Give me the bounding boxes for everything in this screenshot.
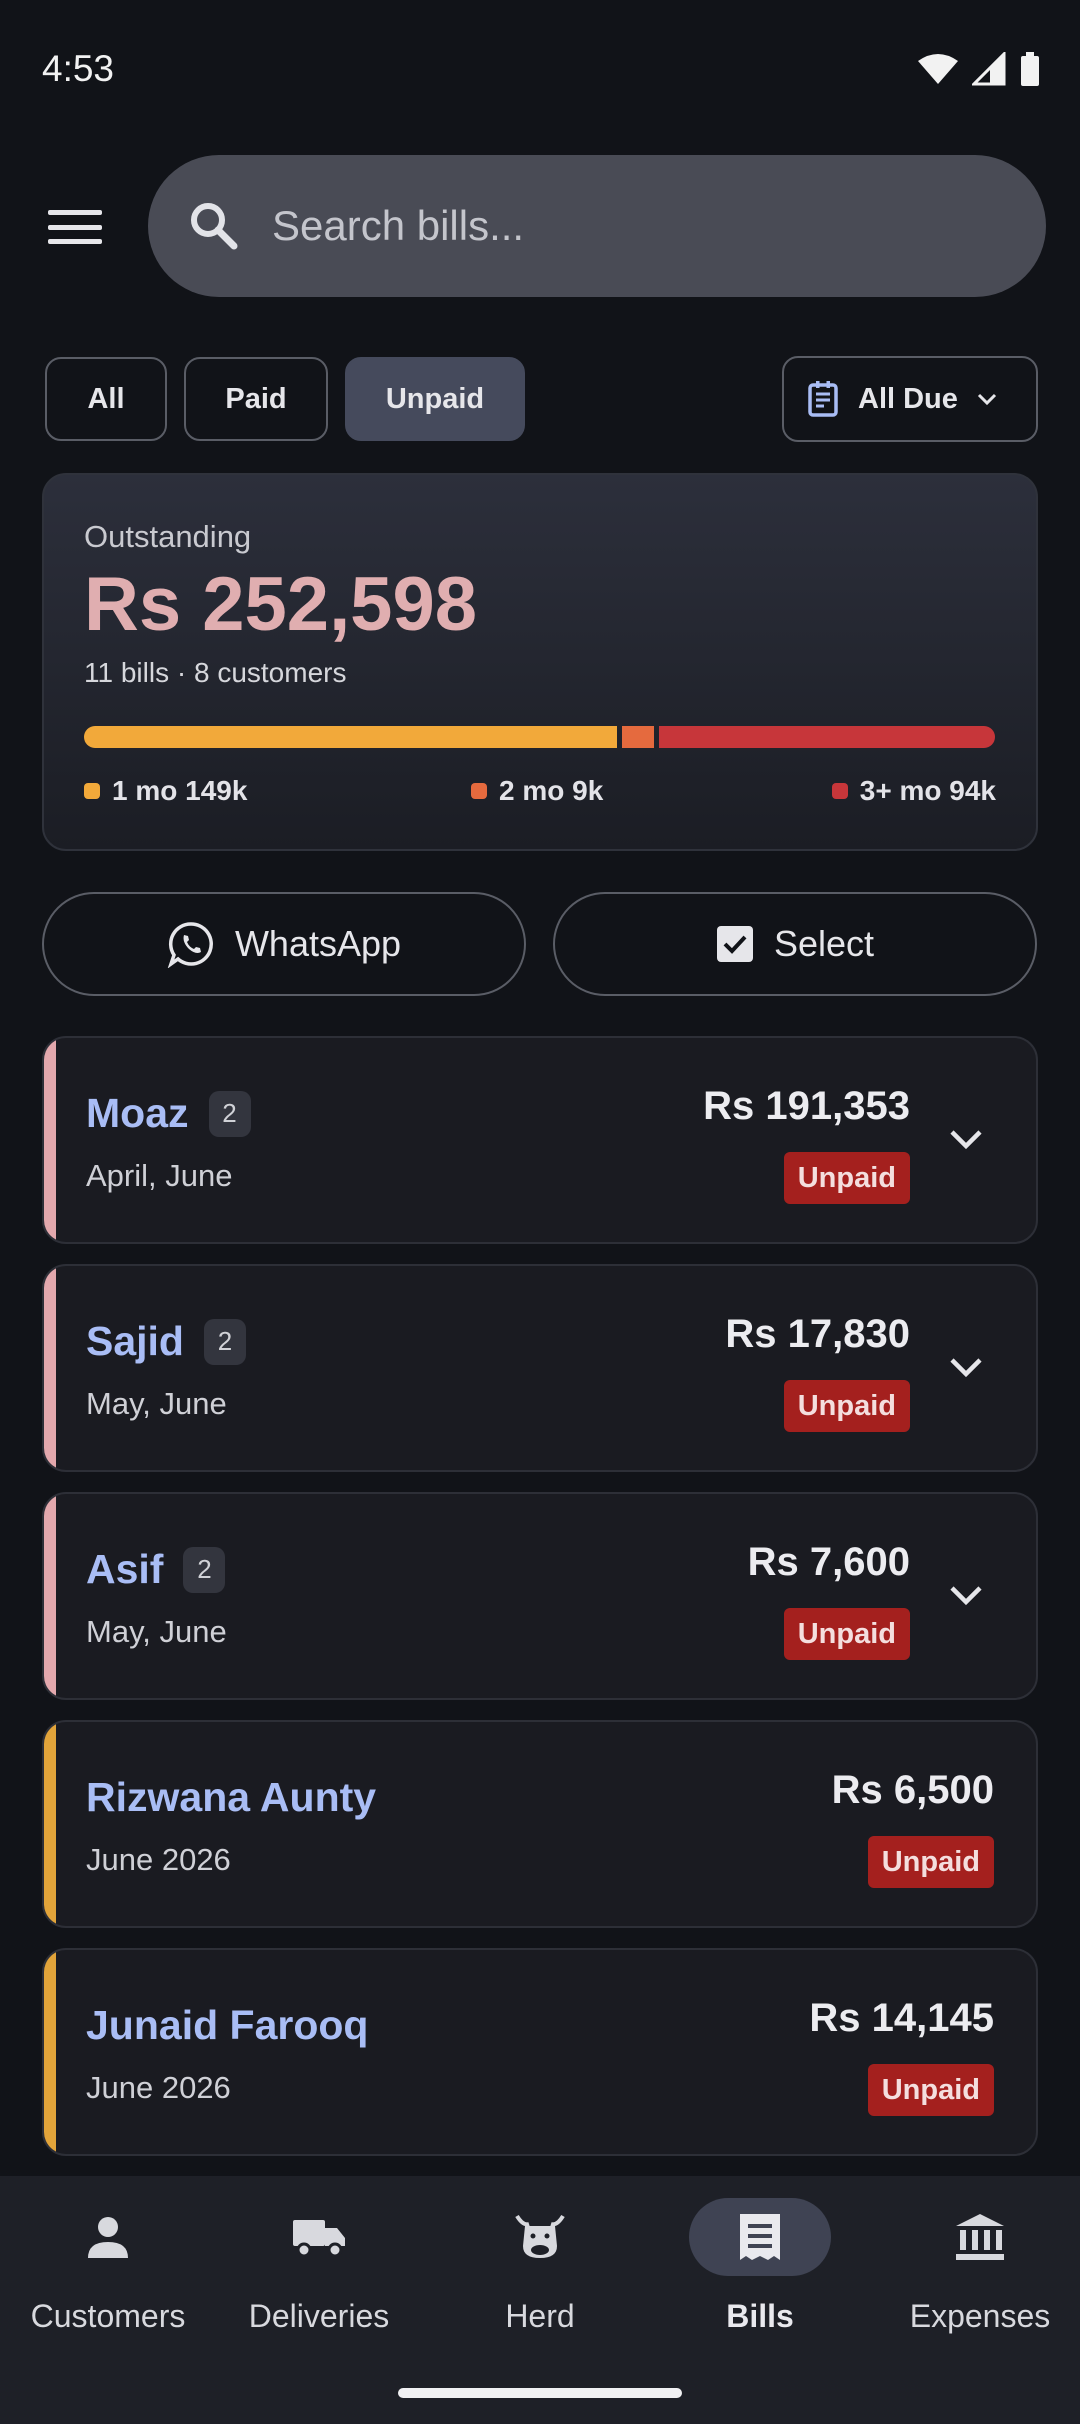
bill-card[interactable]: Asif 2 May, June Rs 7,600 Unpaid: [42, 1492, 1038, 1700]
aging-bar: [84, 726, 996, 748]
due-filter-dropdown[interactable]: All Due: [782, 356, 1038, 442]
legend-2mo-label: 2 mo 9k: [499, 775, 604, 806]
status-badge: Unpaid: [783, 1608, 910, 1660]
customer-name-text: Moaz: [86, 1090, 189, 1136]
customer-name-text: Junaid Farooq: [86, 2002, 369, 2048]
whatsapp-button[interactable]: WhatsApp: [42, 892, 526, 996]
chevron-down-icon: [977, 393, 996, 406]
person-icon: [88, 2217, 128, 2258]
calendar-receipt-icon: [808, 381, 838, 417]
bill-amount: Rs 6,500: [831, 1768, 994, 1812]
legend-dot: [471, 783, 487, 799]
select-label: Select: [773, 923, 875, 964]
aging-stripe: [44, 1038, 56, 1242]
checkbox-icon: [716, 926, 753, 962]
status-icons: [918, 52, 1040, 86]
bill-card[interactable]: Moaz 2 April, June Rs 191,353 Unpaid: [42, 1036, 1038, 1244]
status-badge: Unpaid: [867, 1836, 994, 1888]
aging-stripe: [44, 1494, 56, 1698]
filter-chip-all[interactable]: All: [45, 357, 167, 441]
aging-stripe: [44, 1722, 56, 1926]
battery-icon: [1021, 52, 1039, 86]
cow-icon: [515, 2214, 565, 2258]
bill-card[interactable]: Junaid Farooq June 2026 Rs 14,145 Unpaid: [42, 1948, 1038, 2156]
filter-chip-paid[interactable]: Paid: [184, 357, 328, 441]
aging-bar-segment: [659, 726, 995, 748]
legend-1mo-label: 1 mo 149k: [112, 775, 248, 806]
nav-deliveries-label: Deliveries: [248, 2298, 390, 2334]
nav-herd-label: Herd: [505, 2298, 575, 2334]
bill-period: May, June: [86, 1614, 227, 1649]
truck-icon: [293, 2220, 345, 2258]
bill-card[interactable]: Sajid 2 May, June Rs 17,830 Unpaid: [42, 1264, 1038, 1472]
customer-name: Sajid 2: [86, 1318, 246, 1365]
nav-deliveries[interactable]: Deliveries: [211, 2176, 427, 2376]
customer-name: Asif 2: [86, 1546, 226, 1593]
receipt-icon: [740, 2214, 780, 2260]
legend-3mo: 3+ mo 94k: [831, 775, 996, 807]
bill-period: April, June: [86, 1158, 233, 1193]
aging-bar-segment: [622, 726, 654, 748]
status-bar: 4:53: [0, 0, 1080, 140]
bill-period: June 2026: [86, 2070, 231, 2105]
legend-1mo: 1 mo 149k: [84, 775, 247, 807]
bill-amount: Rs 7,600: [747, 1540, 910, 1584]
customer-name-text: Rizwana Aunty: [86, 1774, 377, 1820]
nav-customers[interactable]: Customers: [0, 2176, 216, 2376]
due-filter-label: All Due: [858, 382, 958, 415]
legend-2mo: 2 mo 9k: [471, 775, 603, 807]
status-time: 4:53: [42, 48, 115, 89]
whatsapp-icon: [167, 922, 213, 968]
customer-name-text: Sajid: [86, 1318, 184, 1364]
search-input[interactable]: [272, 202, 972, 250]
legend-dot: [831, 783, 848, 799]
status-badge: Unpaid: [783, 1152, 910, 1204]
outstanding-subtitle: 11 bills · 8 customers: [84, 657, 347, 688]
search-bar[interactable]: [148, 155, 1046, 297]
home-indicator[interactable]: [398, 2388, 682, 2398]
bill-amount: Rs 191,353: [703, 1084, 910, 1128]
customer-name: Junaid Farooq: [86, 2002, 368, 2049]
filter-chip-unpaid[interactable]: Unpaid: [345, 357, 525, 441]
chevron-down-icon[interactable]: [946, 1580, 986, 1610]
aging-stripe: [44, 1266, 56, 1470]
whatsapp-label: WhatsApp: [234, 923, 402, 964]
aging-stripe: [44, 1950, 56, 2154]
status-badge: Unpaid: [867, 2064, 994, 2116]
outstanding-amount: Rs 252,598: [84, 562, 477, 647]
bill-count-badge: 2: [183, 1546, 226, 1593]
aging-bar-segment: [84, 726, 617, 748]
outstanding-summary-card: Outstanding Rs 252,598 11 bills · 8 cust…: [42, 473, 1038, 851]
customer-name: Moaz 2: [86, 1090, 251, 1137]
bottom-navigation: Customers Deliveries Herd Bills Expenses: [0, 2176, 1080, 2424]
menu-icon[interactable]: [44, 204, 106, 250]
customer-name-text: Asif: [86, 1546, 164, 1592]
nav-customers-label: Customers: [30, 2298, 186, 2334]
legend-dot: [84, 783, 100, 799]
customer-name: Rizwana Aunty: [86, 1774, 376, 1821]
status-badge: Unpaid: [783, 1380, 910, 1432]
nav-expenses-label: Expenses: [909, 2298, 1051, 2334]
chevron-down-icon[interactable]: [946, 1124, 986, 1154]
legend-3mo-label: 3+ mo 94k: [859, 775, 996, 806]
nav-expenses[interactable]: Expenses: [872, 2176, 1080, 2376]
bank-icon: [956, 2214, 1004, 2260]
outstanding-label: Outstanding: [84, 519, 252, 554]
bill-card[interactable]: Rizwana Aunty June 2026 Rs 6,500 Unpaid: [42, 1720, 1038, 1928]
chevron-down-icon[interactable]: [946, 1352, 986, 1382]
bill-count-badge: 2: [208, 1090, 251, 1137]
wifi-icon: [918, 54, 958, 84]
select-button[interactable]: Select: [553, 892, 1037, 996]
bill-amount: Rs 17,830: [725, 1312, 910, 1356]
nav-bills-label: Bills: [726, 2298, 794, 2334]
bill-period: June 2026: [86, 1842, 231, 1877]
nav-herd[interactable]: Herd: [432, 2176, 648, 2376]
signal-icon: [972, 52, 1006, 86]
bill-amount: Rs 14,145: [809, 1996, 994, 2040]
search-icon: [191, 203, 238, 250]
bill-count-badge: 2: [203, 1318, 246, 1365]
bill-period: May, June: [86, 1386, 227, 1421]
nav-bills[interactable]: Bills: [652, 2176, 868, 2376]
